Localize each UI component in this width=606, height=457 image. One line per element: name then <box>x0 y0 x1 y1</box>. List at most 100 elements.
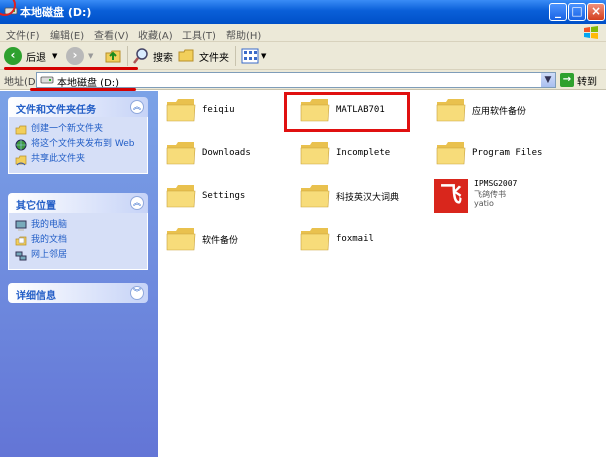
share-folder-icon <box>15 155 27 166</box>
menu-edit[interactable]: 编辑(E) <box>50 27 84 42</box>
up-folder-button[interactable] <box>104 46 122 66</box>
folder-name: Downloads <box>202 148 251 158</box>
address-bar: 地址(D) 本地磁盘 (D:) ▼ → 转到 <box>0 70 606 90</box>
application-item[interactable]: 飞 IPMSG2007 飞鸽传书 yatio <box>434 179 594 215</box>
folder-name: Settings <box>202 191 246 201</box>
feige-app-icon: 飞 <box>434 179 468 213</box>
place-my-computer[interactable]: 我的电脑 <box>15 220 141 232</box>
collapse-icon[interactable]: ︽ <box>130 196 144 210</box>
computer-icon <box>15 220 27 231</box>
back-label: 后退 <box>26 52 46 64</box>
other-places-body: 我的电脑 我的文档 网上邻居 <box>8 213 148 270</box>
place-my-documents[interactable]: 我的文档 <box>15 235 141 247</box>
file-tasks-header[interactable]: 文件和文件夹任务 ︽ <box>8 97 148 117</box>
chevron-down-icon: ▼ <box>52 52 58 60</box>
views-button[interactable]: ▼ <box>241 46 266 66</box>
folder-name: 软件备份 <box>202 235 239 246</box>
task-label: 将这个文件夹发布到 Web <box>31 139 135 149</box>
folders-button[interactable]: 文件夹 <box>178 46 229 66</box>
other-places-panel: 其它位置 ︽ 我的电脑 我的文档 网上邻居 <box>8 193 148 270</box>
file-tasks-panel: 文件和文件夹任务 ︽ 创建一个新文件夹 将这个文件夹发布到 Web 共享此文件夹 <box>8 97 148 174</box>
annotation-box <box>284 92 410 132</box>
folder-name: foxmail <box>336 234 374 244</box>
folder-item[interactable]: foxmail <box>300 226 374 252</box>
search-button[interactable]: 搜索 <box>132 46 173 66</box>
expand-icon[interactable]: ︾ <box>130 286 144 300</box>
place-label: 我的文档 <box>31 235 68 245</box>
close-button[interactable]: × <box>587 3 605 21</box>
back-button[interactable]: ‹ 后退 ▼ <box>4 46 57 66</box>
folder-name: Incomplete <box>336 148 391 158</box>
minimize-button[interactable]: _ <box>549 3 567 21</box>
network-icon <box>15 251 27 261</box>
collapse-icon[interactable]: ︽ <box>130 100 144 114</box>
folder-item[interactable]: 软件备份 <box>166 226 238 252</box>
menu-view[interactable]: 查看(V) <box>94 27 129 42</box>
address-label: 地址(D) <box>4 77 40 88</box>
app-company: yatio <box>474 199 494 208</box>
window-title: 本地磁盘 (D:) <box>20 6 92 19</box>
menu-favorites[interactable]: 收藏(A) <box>138 27 173 42</box>
forward-button[interactable]: › ▼ <box>66 46 93 66</box>
folder-name: Program Files <box>472 148 543 158</box>
folder-icon <box>166 185 196 208</box>
folder-item[interactable]: Settings <box>166 183 245 209</box>
globe-icon <box>15 139 27 151</box>
folder-name: 应用软件备份 <box>472 106 527 117</box>
documents-icon <box>15 236 27 246</box>
folder-up-icon <box>105 50 121 63</box>
other-places-title: 其它位置 <box>16 201 56 212</box>
back-arrow-icon: ‹ <box>4 47 22 65</box>
folder-item[interactable]: Downloads <box>166 140 251 166</box>
folder-item[interactable]: feiqiu <box>166 97 235 123</box>
details-header[interactable]: 详细信息 ︾ <box>8 283 148 303</box>
task-label: 创建一个新文件夹 <box>31 124 104 134</box>
details-title: 详细信息 <box>16 291 56 302</box>
folder-icon <box>166 228 196 251</box>
other-places-header[interactable]: 其它位置 ︽ <box>8 193 148 213</box>
folder-item[interactable]: Program Files <box>436 140 542 166</box>
app-name: IPMSG2007 <box>474 179 518 188</box>
place-network[interactable]: 网上邻居 <box>15 250 141 262</box>
drive-icon <box>40 76 54 84</box>
folder-item[interactable]: 应用软件备份 <box>436 97 526 123</box>
folders-label: 文件夹 <box>199 52 229 64</box>
task-publish-web[interactable]: 将这个文件夹发布到 Web <box>15 139 141 151</box>
folder-icon <box>300 228 330 251</box>
folder-item[interactable]: 科技英汉大词典 <box>300 183 399 209</box>
file-list: feiqiu MATLAB701 应用软件备份 Downloads Incomp… <box>158 91 606 457</box>
folder-icon <box>300 185 330 208</box>
new-folder-icon <box>15 125 27 135</box>
menu-file[interactable]: 文件(F) <box>6 27 40 42</box>
address-value: 本地磁盘 (D:) <box>57 78 120 89</box>
views-icon <box>241 48 259 64</box>
chevron-down-icon[interactable]: ▼ <box>541 73 555 87</box>
toolbar: ‹ 后退 ▼ › ▼ 搜索 文件夹 ▼ <box>0 42 606 70</box>
menu-help[interactable]: 帮助(H) <box>226 27 261 42</box>
folder-icon <box>436 142 466 165</box>
windows-logo-icon <box>584 26 598 39</box>
address-input[interactable]: 本地磁盘 (D:) ▼ <box>36 72 556 89</box>
chevron-down-icon: ▼ <box>88 52 94 60</box>
folder-name: 科技英汉大词典 <box>336 192 400 203</box>
folder-icon <box>166 142 196 165</box>
file-tasks-body: 创建一个新文件夹 将这个文件夹发布到 Web 共享此文件夹 <box>8 117 148 174</box>
folder-icon <box>300 142 330 165</box>
search-label: 搜索 <box>153 52 173 64</box>
forward-arrow-icon: › <box>66 47 84 65</box>
go-label: 转到 <box>577 76 597 88</box>
task-share-folder[interactable]: 共享此文件夹 <box>15 154 141 166</box>
task-new-folder[interactable]: 创建一个新文件夹 <box>15 124 141 136</box>
toolbar-separator <box>127 46 128 66</box>
chevron-down-icon: ▼ <box>261 52 267 60</box>
file-tasks-title: 文件和文件夹任务 <box>16 105 96 116</box>
title-bar: 本地磁盘 (D:) _ □ × <box>0 0 606 24</box>
details-panel: 详细信息 ︾ <box>8 283 148 303</box>
go-button[interactable]: → 转到 <box>560 72 597 88</box>
folder-item[interactable]: Incomplete <box>300 140 390 166</box>
task-label: 共享此文件夹 <box>31 154 86 164</box>
place-label: 我的电脑 <box>31 220 68 230</box>
menu-tools[interactable]: 工具(T) <box>182 27 216 42</box>
folder-icon <box>166 99 196 122</box>
maximize-button[interactable]: □ <box>568 3 586 21</box>
